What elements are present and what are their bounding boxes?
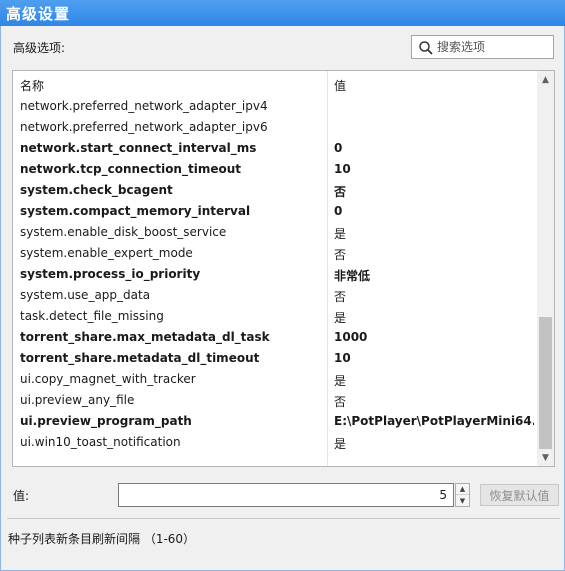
option-key: network.preferred_network_adapter_ipv4	[20, 99, 268, 113]
value-input-text: 5	[439, 488, 447, 502]
list-row[interactable]: ui.preview_any_file 否	[13, 390, 537, 411]
value-input[interactable]: 5	[118, 483, 454, 507]
options-rows: network.preferred_network_adapter_ipv4ne…	[13, 96, 537, 453]
list-row[interactable]: ui.copy_magnet_with_tracker 是	[13, 369, 537, 390]
option-value: 非常低	[334, 269, 371, 283]
options-list[interactable]: 名称 值 network.preferred_network_adapter_i…	[12, 70, 555, 467]
scroll-up-icon[interactable]: ▲	[537, 71, 554, 88]
option-value: 是	[334, 227, 347, 241]
option-value: 1000	[334, 330, 368, 344]
list-row[interactable]: task.detect_file_missing 是	[13, 306, 537, 327]
window-title: 高级设置	[6, 5, 71, 23]
list-row[interactable]: system.use_app_data 否	[13, 285, 537, 306]
option-key: network.start_connect_interval_ms	[20, 141, 257, 155]
option-value: 是	[334, 437, 347, 451]
option-key: system.check_bcagent	[20, 183, 173, 197]
option-key: network.tcp_connection_timeout	[20, 162, 241, 176]
column-header-name[interactable]: 名称	[20, 77, 44, 94]
value-spinner[interactable]: ▲ ▼	[455, 483, 470, 507]
option-value: 10	[334, 162, 351, 176]
option-key: torrent_share.max_metadata_dl_task	[20, 330, 270, 344]
option-key: ui.preview_any_file	[20, 393, 135, 407]
list-row[interactable]: network.start_connect_interval_ms 0	[13, 138, 537, 159]
list-row[interactable]: ui.win10_toast_notification 是	[13, 432, 537, 453]
option-key: network.preferred_network_adapter_ipv6	[20, 120, 268, 134]
reset-default-button[interactable]: 恢复默认值	[480, 484, 559, 506]
option-value: 是	[334, 374, 347, 388]
option-key: task.detect_file_missing	[20, 309, 164, 323]
option-value: 0	[334, 204, 343, 218]
option-value: 否	[334, 290, 347, 304]
scrollbar-thumb[interactable]	[539, 317, 552, 449]
list-row[interactable]: ui.preview_program_path E:\PotPlayer\PotP…	[13, 411, 537, 432]
list-row[interactable]: system.enable_disk_boost_service 是	[13, 222, 537, 243]
option-key: torrent_share.metadata_dl_timeout	[20, 351, 260, 365]
value-label: 值:	[13, 489, 30, 503]
search-input[interactable]	[437, 38, 549, 56]
section-label: 高级选项:	[13, 41, 66, 55]
list-row[interactable]: network.preferred_network_adapter_ipv4	[13, 96, 537, 117]
column-header-value[interactable]: 值	[334, 77, 346, 94]
option-key: ui.win10_toast_notification	[20, 435, 181, 449]
search-box[interactable]	[411, 35, 554, 59]
list-row[interactable]: system.enable_expert_mode 否	[13, 243, 537, 264]
title-bar: 高级设置	[0, 0, 565, 26]
option-value: 0	[334, 141, 343, 155]
list-row[interactable]: network.preferred_network_adapter_ipv6	[13, 117, 537, 138]
option-value: 是	[334, 311, 347, 325]
divider	[7, 518, 560, 519]
spinner-up-icon[interactable]: ▲	[456, 484, 469, 495]
dialog-body: 高级选项: 名称 值 network.preferred_network_ada…	[0, 26, 565, 571]
option-value: 10	[334, 351, 351, 365]
list-header: 名称 值	[13, 71, 537, 98]
vertical-scrollbar[interactable]: ▲ ▼	[537, 71, 554, 466]
option-key: system.enable_expert_mode	[20, 246, 193, 260]
option-value: 否	[334, 395, 347, 409]
list-row[interactable]: torrent_share.metadata_dl_timeout 10	[13, 348, 537, 369]
option-value: 否	[334, 248, 347, 262]
option-key: system.compact_memory_interval	[20, 204, 251, 218]
list-row[interactable]: torrent_share.max_metadata_dl_task 1000	[13, 327, 537, 348]
list-row[interactable]: system.compact_memory_interval 0	[13, 201, 537, 222]
option-key: ui.copy_magnet_with_tracker	[20, 372, 196, 386]
option-value: 否	[334, 185, 347, 199]
option-key: system.process_io_priority	[20, 267, 201, 281]
scroll-down-icon[interactable]: ▼	[537, 449, 554, 466]
list-row[interactable]: network.tcp_connection_timeout 10	[13, 159, 537, 180]
option-key: system.use_app_data	[20, 288, 151, 302]
option-value: E:\PotPlayer\PotPlayerMini64....	[334, 414, 534, 428]
list-row[interactable]: system.process_io_priority 非常低	[13, 264, 537, 285]
list-row[interactable]: system.check_bcagent 否	[13, 180, 537, 201]
spinner-down-icon[interactable]: ▼	[456, 495, 469, 506]
search-icon	[418, 40, 434, 56]
option-description: 种子列表新条目刷新间隔 （1-60）	[8, 532, 196, 546]
option-key: ui.preview_program_path	[20, 414, 192, 428]
option-key: system.enable_disk_boost_service	[20, 225, 227, 239]
